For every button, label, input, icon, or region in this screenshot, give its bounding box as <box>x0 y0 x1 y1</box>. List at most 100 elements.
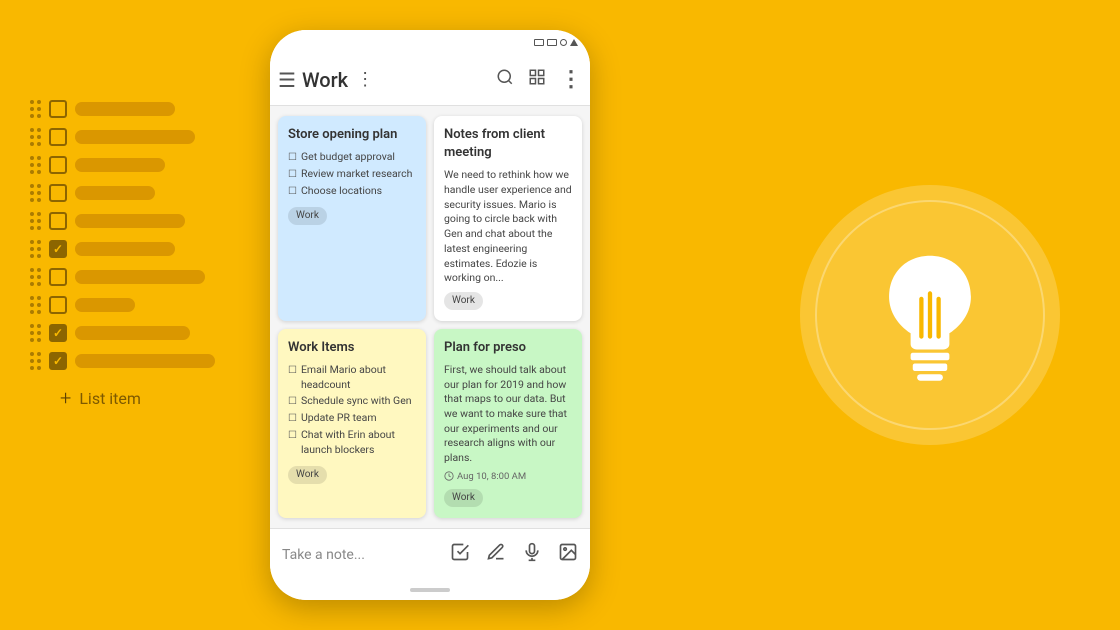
list-item[interactable] <box>30 212 215 230</box>
list-item[interactable] <box>30 156 215 174</box>
take-note-input[interactable]: Take a note... <box>282 547 450 563</box>
checkbox[interactable] <box>49 268 67 286</box>
logo-circle <box>800 185 1060 445</box>
list-bar <box>75 130 195 144</box>
note-tag[interactable]: Work <box>288 466 327 484</box>
drag-handle <box>30 296 41 314</box>
note-item: ☐ Schedule sync with Gen <box>288 394 416 409</box>
list-bar <box>75 242 175 256</box>
checkbox-icon: ☐ <box>288 429 297 443</box>
checkbox-checked[interactable] <box>49 352 67 370</box>
list-item[interactable] <box>30 128 215 146</box>
microphone-icon[interactable] <box>522 542 542 567</box>
draw-icon[interactable] <box>486 542 506 567</box>
note-title: Work Items <box>288 339 416 357</box>
logo-ring <box>815 200 1045 430</box>
bottom-bar: Take a note... <box>270 528 590 580</box>
note-tag[interactable]: Work <box>444 489 483 507</box>
right-panel <box>800 185 1060 445</box>
add-list-item[interactable]: + List item <box>60 386 215 410</box>
checkbox[interactable] <box>49 184 67 202</box>
home-bar <box>410 588 450 592</box>
checkbox-checked[interactable] <box>49 240 67 258</box>
list-bar <box>75 102 175 116</box>
image-icon[interactable] <box>558 542 578 567</box>
note-timestamp: Aug 10, 8:00 AM <box>444 470 572 483</box>
checkbox-checked[interactable] <box>49 324 67 342</box>
note-title: Store opening plan <box>288 126 416 144</box>
phone-status-bar <box>270 30 590 54</box>
phone-mockup: ☰ Work ⋮ ⋮ Store opening plan ☐ Get budg… <box>270 30 590 600</box>
drag-handle <box>30 128 41 146</box>
search-icon[interactable] <box>496 68 514 91</box>
status-icons <box>534 39 578 46</box>
left-list-panel: + List item <box>30 100 215 410</box>
note-card-work-items[interactable]: Work Items ☐ Email Mario about headcount… <box>278 329 426 518</box>
checkbox-icon: ☐ <box>288 412 297 426</box>
note-item: ☐ Choose locations <box>288 184 416 199</box>
status-rect-icon <box>534 39 544 46</box>
page-title: Work <box>302 68 348 92</box>
add-list-label: List item <box>79 389 141 408</box>
title-more-icon[interactable]: ⋮ <box>356 69 374 90</box>
list-item[interactable] <box>30 352 215 370</box>
checkbox[interactable] <box>49 296 67 314</box>
list-item[interactable] <box>30 100 215 118</box>
list-bar <box>75 158 165 172</box>
list-bar <box>75 298 135 312</box>
note-text: First, we should talk about our plan for… <box>444 363 572 466</box>
note-tag[interactable]: Work <box>288 207 327 225</box>
checkbox-icon: ☐ <box>288 168 297 182</box>
list-bar <box>75 326 190 340</box>
drag-handle <box>30 100 41 118</box>
checkbox-icon: ☐ <box>288 364 297 378</box>
note-card-plan-preso[interactable]: Plan for preso First, we should talk abo… <box>434 329 582 518</box>
status-rect-icon2 <box>547 39 557 46</box>
checkbox[interactable] <box>49 156 67 174</box>
bottom-icons <box>450 542 578 567</box>
checkbox[interactable] <box>49 212 67 230</box>
list-item[interactable] <box>30 268 215 286</box>
checklist-icon[interactable] <box>450 542 470 567</box>
list-bar <box>75 186 155 200</box>
list-bar <box>75 214 185 228</box>
notes-grid: Store opening plan ☐ Get budget approval… <box>270 106 590 528</box>
checkbox-icon: ☐ <box>288 395 297 409</box>
header-left: ☰ Work ⋮ <box>278 68 496 92</box>
status-triangle-icon <box>570 39 578 46</box>
drag-handle <box>30 268 41 286</box>
note-item: ☐ Review market research <box>288 167 416 182</box>
status-circle-icon <box>560 39 567 46</box>
note-item: ☐ Chat with Erin about launch blockers <box>288 428 416 457</box>
note-item: ☐ Update PR team <box>288 411 416 426</box>
drag-handle <box>30 240 41 258</box>
drag-handle <box>30 212 41 230</box>
phone-home-indicator <box>270 580 590 600</box>
note-text: We need to rethink how we handle user ex… <box>444 168 572 286</box>
list-bar <box>75 354 215 368</box>
checkbox[interactable] <box>49 100 67 118</box>
clock-icon <box>444 471 454 481</box>
drag-handle <box>30 352 41 370</box>
menu-icon[interactable]: ☰ <box>278 68 296 92</box>
note-item: ☐ Get budget approval <box>288 150 416 165</box>
list-item[interactable] <box>30 240 215 258</box>
note-card-store-opening[interactable]: Store opening plan ☐ Get budget approval… <box>278 116 426 321</box>
layout-icon[interactable] <box>528 68 546 91</box>
drag-handle <box>30 156 41 174</box>
list-bar <box>75 270 205 284</box>
drag-handle <box>30 324 41 342</box>
more-options-icon[interactable]: ⋮ <box>560 67 582 92</box>
checkbox[interactable] <box>49 128 67 146</box>
drag-handle <box>30 184 41 202</box>
note-tag[interactable]: Work <box>444 292 483 310</box>
checkbox-icon: ☐ <box>288 185 297 199</box>
note-item: ☐ Email Mario about headcount <box>288 363 416 392</box>
note-title: Notes from client meeting <box>444 126 572 162</box>
app-header: ☰ Work ⋮ ⋮ <box>270 54 590 106</box>
list-item[interactable] <box>30 184 215 202</box>
note-card-client-meeting[interactable]: Notes from client meeting We need to ret… <box>434 116 582 321</box>
add-icon: + <box>60 386 71 410</box>
list-item[interactable] <box>30 324 215 342</box>
list-item[interactable] <box>30 296 215 314</box>
